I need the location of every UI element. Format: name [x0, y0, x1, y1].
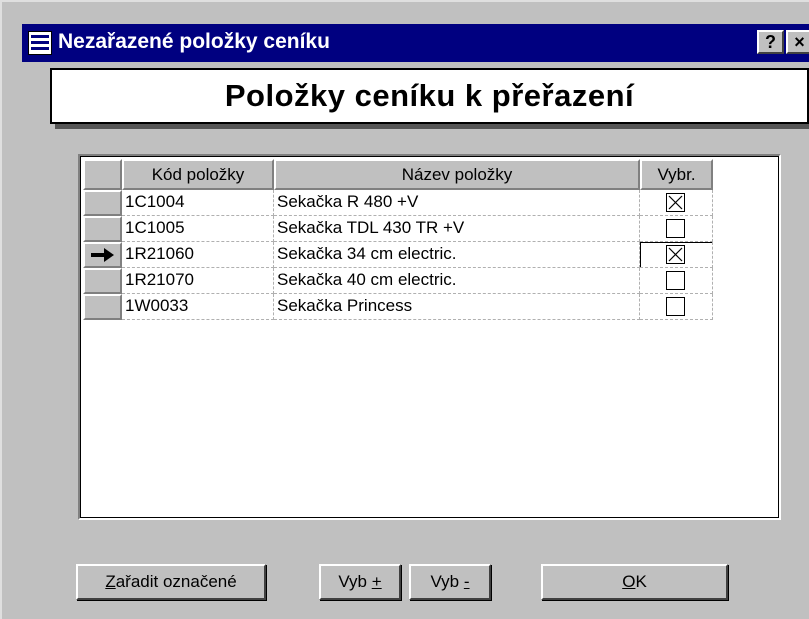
- cell-kod[interactable]: 1C1004: [122, 190, 274, 216]
- window-title: Nezařazené položky ceníku: [58, 30, 330, 53]
- check-x-icon: [668, 195, 683, 210]
- zaradit-oznacene-button[interactable]: Zařadit označené: [76, 564, 266, 600]
- table-row[interactable]: 1W0033 Sekačka Princess: [122, 294, 713, 320]
- button-label: K: [635, 572, 647, 591]
- cell-kod[interactable]: 1R21070: [122, 268, 274, 294]
- check-x-icon: [668, 247, 683, 262]
- mnemonic: +: [371, 572, 382, 591]
- dialog-window: Nezařazené položky ceníku ? × Položky ce…: [0, 0, 809, 619]
- mnemonic: -: [463, 572, 470, 591]
- mnemonic: O: [622, 572, 636, 591]
- title-bar[interactable]: Nezařazené položky ceníku ? ×: [22, 24, 809, 62]
- vyb-minus-button[interactable]: Vyb -: [409, 564, 491, 600]
- help-button[interactable]: ?: [757, 30, 784, 54]
- cell-nazev[interactable]: Sekačka 34 cm electric.: [274, 242, 640, 268]
- button-label: ařadit označené: [115, 572, 237, 591]
- close-button[interactable]: ×: [786, 30, 809, 54]
- select-checkbox[interactable]: [666, 271, 685, 290]
- table-row[interactable]: 1R21060 Sekačka 34 cm electric.: [122, 242, 713, 268]
- column-header-vybr[interactable]: Vybr.: [640, 159, 713, 190]
- row-selector[interactable]: [83, 190, 122, 216]
- row-selector[interactable]: [83, 242, 122, 268]
- cell-vybr[interactable]: [640, 268, 713, 294]
- cell-nazev[interactable]: Sekačka R 480 +V: [274, 190, 640, 216]
- page-title: Položky ceníku k přeřazení: [224, 78, 635, 113]
- column-header-kod[interactable]: Kód položky: [122, 159, 274, 190]
- cell-kod[interactable]: 1C1005: [122, 216, 274, 242]
- header-banner: Položky ceníku k přeřazení: [50, 68, 809, 124]
- select-checkbox[interactable]: [666, 219, 685, 238]
- cell-nazev[interactable]: Sekačka TDL 430 TR +V: [274, 216, 640, 242]
- button-label: Vyb: [338, 572, 372, 591]
- mnemonic: Z: [105, 572, 116, 591]
- column-header-nazev[interactable]: Název položky: [274, 159, 640, 190]
- form-icon: [28, 31, 52, 55]
- vyb-plus-button[interactable]: Vyb +: [319, 564, 401, 600]
- select-checkbox[interactable]: [666, 193, 685, 212]
- table-row[interactable]: 1R21070 Sekačka 40 cm electric.: [122, 268, 713, 294]
- arrow-right-icon: [91, 248, 114, 262]
- cell-kod[interactable]: 1W0033: [122, 294, 274, 320]
- cell-vybr[interactable]: [640, 190, 713, 216]
- cell-vybr[interactable]: [640, 294, 713, 320]
- cell-nazev[interactable]: Sekačka Princess: [274, 294, 640, 320]
- row-selector[interactable]: [83, 268, 122, 294]
- table-row[interactable]: 1C1004 Sekačka R 480 +V: [122, 190, 713, 216]
- select-checkbox[interactable]: [666, 245, 685, 264]
- table-row[interactable]: 1C1005 Sekačka TDL 430 TR +V: [122, 216, 713, 242]
- row-selector[interactable]: [83, 216, 122, 242]
- button-label: Vyb: [430, 572, 464, 591]
- ok-button[interactable]: OK: [541, 564, 728, 600]
- cell-vybr[interactable]: [640, 242, 713, 268]
- cell-vybr[interactable]: [640, 216, 713, 242]
- cell-nazev[interactable]: Sekačka 40 cm electric.: [274, 268, 640, 294]
- select-checkbox[interactable]: [666, 297, 685, 316]
- cell-kod[interactable]: 1R21060: [122, 242, 274, 268]
- items-grid[interactable]: Kód položky Název položky Vybr. 1C1004 S…: [78, 154, 781, 520]
- grid-corner[interactable]: [83, 159, 122, 190]
- row-selector[interactable]: [83, 294, 122, 320]
